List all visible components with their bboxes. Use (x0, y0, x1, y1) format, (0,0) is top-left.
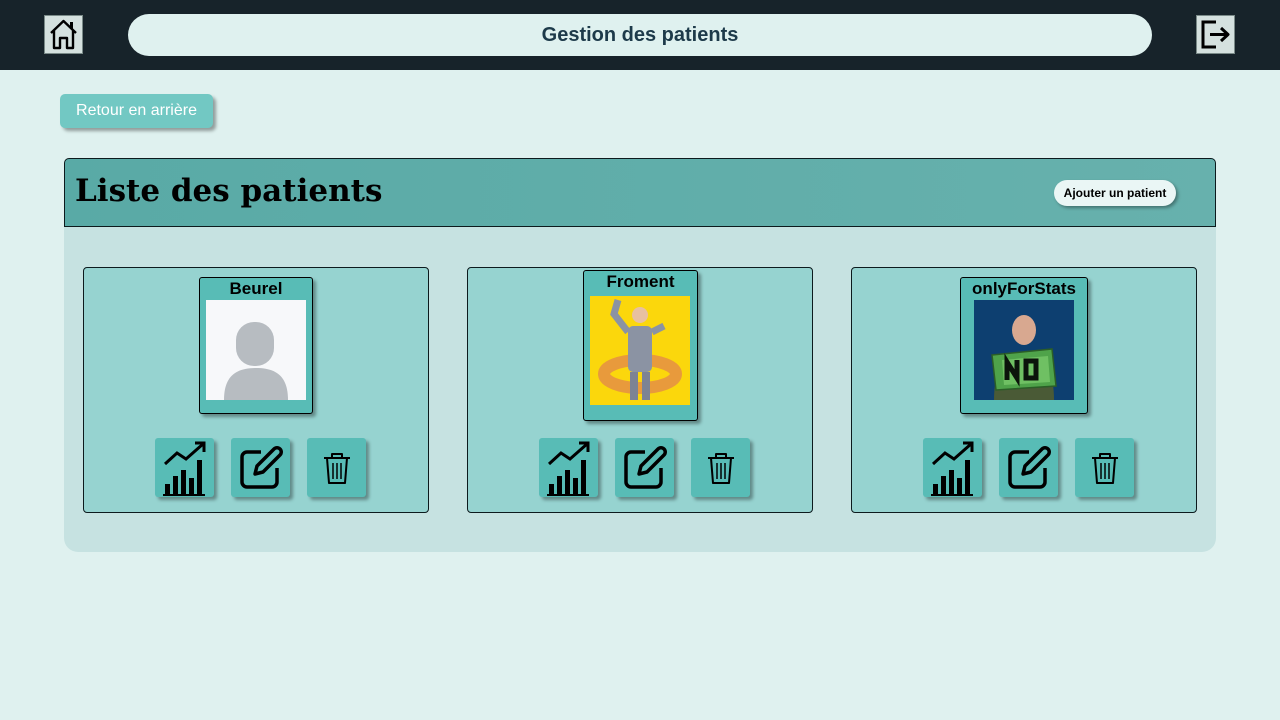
patient-name: onlyForStats (972, 279, 1076, 298)
patient-photo-frame[interactable]: Beurel (199, 277, 313, 414)
trash-icon (323, 452, 350, 484)
panel-header: Liste des patients Ajouter un patient (64, 158, 1216, 227)
patient-photo-frame[interactable]: Froment (583, 270, 698, 421)
panel-title: Liste des patients (75, 173, 383, 209)
delete-button[interactable] (307, 438, 366, 497)
stats-button[interactable] (923, 438, 982, 497)
chart-trend-icon (930, 441, 973, 496)
top-bar: Gestion des patients (0, 0, 1280, 70)
page-title-bar: Gestion des patients (128, 14, 1152, 56)
trash-icon (1091, 452, 1118, 484)
back-button[interactable]: Retour en arrière (60, 94, 213, 128)
logout-icon (1201, 20, 1230, 49)
edit-icon (623, 445, 667, 489)
logout-button[interactable] (1196, 15, 1235, 54)
stats-button[interactable] (539, 438, 598, 497)
patient-name: Froment (606, 272, 675, 291)
edit-button[interactable] (615, 438, 674, 497)
patient-photo (590, 296, 690, 405)
patient-card: Froment (467, 267, 813, 513)
trash-icon (707, 452, 734, 484)
page-title: Gestion des patients (541, 23, 739, 46)
patient-name: Beurel (229, 279, 283, 298)
chart-trend-icon (546, 441, 589, 496)
edit-button[interactable] (231, 438, 290, 497)
edit-icon (239, 445, 283, 489)
default-avatar-image (206, 300, 306, 400)
add-patient-button[interactable]: Ajouter un patient (1054, 180, 1176, 206)
patient-card: onlyForStats (851, 267, 1197, 513)
delete-button[interactable] (691, 438, 750, 497)
delete-button[interactable] (1075, 438, 1134, 497)
patient-photo-frame[interactable]: onlyForStats (960, 277, 1088, 414)
patient-photo (974, 300, 1074, 400)
edit-button[interactable] (999, 438, 1058, 497)
stats-button[interactable] (155, 438, 214, 497)
home-button[interactable] (44, 15, 83, 54)
edit-icon (1007, 445, 1051, 489)
patients-panel: Liste des patients Ajouter un patient Be… (64, 158, 1216, 552)
home-icon (50, 19, 77, 50)
patient-card: Beurel (83, 267, 429, 513)
chart-trend-icon (162, 441, 205, 496)
